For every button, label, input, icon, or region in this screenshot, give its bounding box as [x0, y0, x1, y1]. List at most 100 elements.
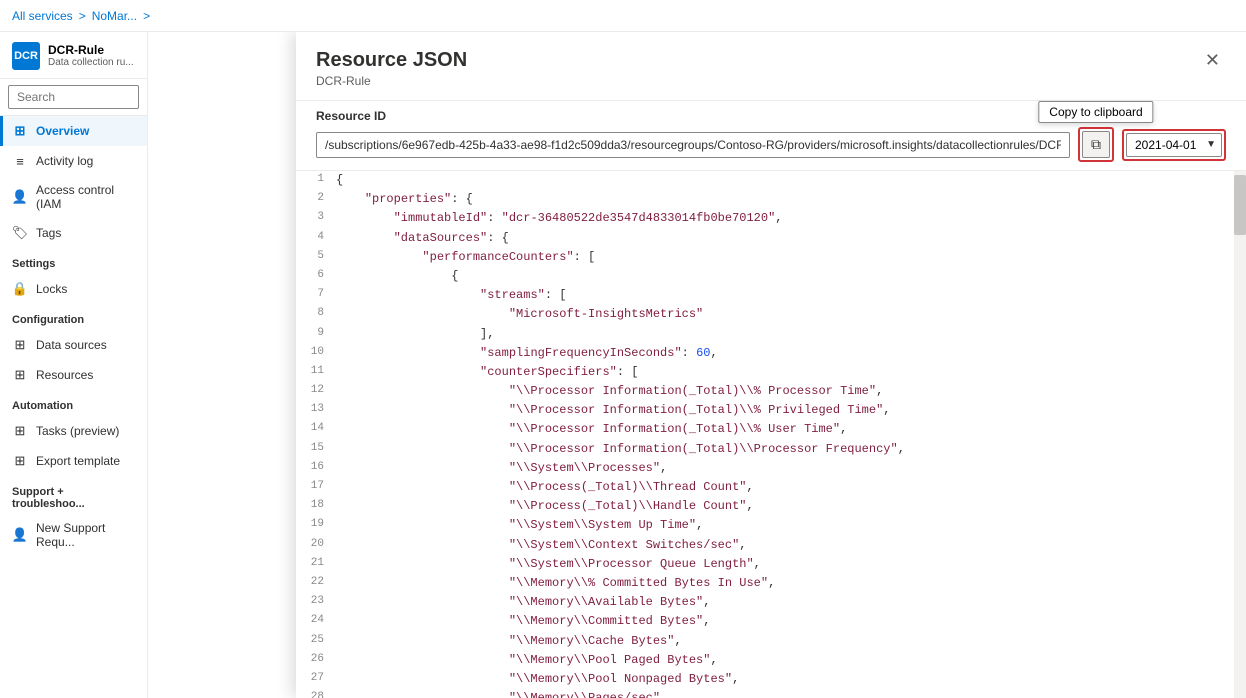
json-line-content: "\\Processor Information(_Total)\\% Priv… [336, 401, 1230, 420]
resource-id-area: Resource ID Copy to clipboard ⧉ [296, 101, 1246, 171]
sidebar-item-label: Tags [36, 226, 61, 240]
json-line-content: "\\Processor Information(_Total)\\Proces… [336, 440, 1230, 459]
json-line-number: 2 [296, 190, 336, 208]
json-line-number: 1 [296, 171, 336, 189]
json-line-number: 14 [296, 420, 336, 438]
panel-close-button[interactable]: ✕ [1199, 48, 1226, 73]
json-line-content: "immutableId": "dcr-36480522de3547d48330… [336, 209, 1230, 228]
json-line: 14 "\\Processor Information(_Total)\\% U… [296, 420, 1230, 439]
copy-to-clipboard-button[interactable]: ⧉ [1082, 131, 1110, 158]
sidebar-nav: ⊞ Overview ≡ Activity log 👤 Access contr… [0, 116, 147, 556]
breadcrumb-sep1: > [79, 9, 86, 23]
json-line-content: "\\Process(_Total)\\Handle Count", [336, 497, 1230, 516]
json-line-content: { [336, 171, 1230, 190]
sidebar-item-overview[interactable]: ⊞ Overview [0, 116, 147, 146]
json-line: 18 "\\Process(_Total)\\Handle Count", [296, 497, 1230, 516]
export-icon: ⊞ [12, 453, 28, 469]
sidebar-item-data-sources[interactable]: ⊞ Data sources [0, 330, 147, 360]
sidebar-item-label: Tasks (preview) [36, 424, 119, 438]
json-line-content: "\\System\\System Up Time", [336, 516, 1230, 535]
sidebar-item-activity-log[interactable]: ≡ Activity log [0, 146, 147, 176]
json-line-number: 12 [296, 382, 336, 400]
access-control-icon: 👤 [12, 189, 28, 205]
json-line-number: 25 [296, 632, 336, 650]
support-icon: 👤 [12, 527, 28, 543]
json-line: 25 "\\Memory\\Cache Bytes", [296, 632, 1230, 651]
json-line: 19 "\\System\\System Up Time", [296, 516, 1230, 535]
search-input[interactable] [8, 85, 139, 109]
json-line: 9 ], [296, 325, 1230, 344]
json-line-number: 18 [296, 497, 336, 515]
sidebar-item-access-control[interactable]: 👤 Access control (IAM [0, 176, 147, 218]
json-line-content: "\\Processor Information(_Total)\\% User… [336, 420, 1230, 439]
sidebar-item-label: Locks [36, 282, 67, 296]
sidebar-item-tasks[interactable]: ⊞ Tasks (preview) [0, 416, 147, 446]
sidebar-resource-info: DCR-Rule Data collection ru... [48, 43, 134, 69]
sidebar-item-export-template[interactable]: ⊞ Export template [0, 446, 147, 476]
sidebar-item-label: Overview [36, 124, 89, 138]
json-line: 8 "Microsoft-InsightsMetrics" [296, 305, 1230, 324]
json-line: 27 "\\Memory\\Pool Nonpaged Bytes", [296, 670, 1230, 689]
panel-title-block: Resource JSON DCR-Rule [316, 48, 467, 88]
json-line-number: 28 [296, 689, 336, 698]
automation-section-label: Automation [0, 390, 147, 416]
copy-tooltip: Copy to clipboard [1038, 101, 1153, 123]
breadcrumb-nomar[interactable]: NoMar... [92, 9, 137, 23]
scrollbar-thumb[interactable] [1234, 175, 1246, 235]
json-line: 20 "\\System\\Context Switches/sec", [296, 536, 1230, 555]
sidebar-item-label: Resources [36, 368, 93, 382]
main-content: Resource JSON DCR-Rule ✕ Resource ID Cop… [148, 32, 1246, 698]
modal-overlay: Resource JSON DCR-Rule ✕ Resource ID Cop… [296, 32, 1246, 698]
json-line-number: 27 [296, 670, 336, 688]
json-line-number: 10 [296, 344, 336, 362]
json-line: 6 { [296, 267, 1230, 286]
json-line: 28 "\\Memory\\Pages/sec", [296, 689, 1230, 698]
scrollbar-track [1234, 171, 1246, 698]
json-line-number: 15 [296, 440, 336, 458]
json-line-content: "\\Processor Information(_Total)\\% Proc… [336, 382, 1230, 401]
json-line: 4 "dataSources": { [296, 229, 1230, 248]
sidebar-resource-subtitle: Data collection ru... [48, 57, 134, 69]
json-line-content: "\\System\\Processes", [336, 459, 1230, 478]
json-line-number: 3 [296, 209, 336, 227]
json-line: 26 "\\Memory\\Pool Paged Bytes", [296, 651, 1230, 670]
json-line: 13 "\\Processor Information(_Total)\\% P… [296, 401, 1230, 420]
json-line-content: "dataSources": { [336, 229, 1230, 248]
json-line-number: 4 [296, 229, 336, 247]
json-code-area[interactable]: 1{2 "properties": {3 "immutableId": "dcr… [296, 171, 1246, 698]
json-line-content: ], [336, 325, 1230, 344]
version-select[interactable]: 2021-04-01 2021-03-01 2020-12-01 [1126, 133, 1222, 157]
dcr-icon: DCR [12, 42, 40, 70]
json-line-number: 6 [296, 267, 336, 285]
sidebar-item-label: New Support Requ... [36, 521, 135, 549]
json-line: 16 "\\System\\Processes", [296, 459, 1230, 478]
json-line-content: "\\Memory\\Committed Bytes", [336, 612, 1230, 631]
breadcrumb-sep2: > [143, 9, 150, 23]
sidebar-item-label: Export template [36, 454, 120, 468]
json-line-number: 23 [296, 593, 336, 611]
json-line-content: "\\Memory\\% Committed Bytes In Use", [336, 574, 1230, 593]
breadcrumb-all-services[interactable]: All services [12, 9, 73, 23]
json-line-number: 11 [296, 363, 336, 381]
resource-id-row: Copy to clipboard ⧉ 2021-04-01 2021-03-0… [316, 127, 1226, 162]
json-line-content: "\\Memory\\Available Bytes", [336, 593, 1230, 612]
json-line-number: 24 [296, 612, 336, 630]
sidebar-item-tags[interactable]: 🏷 Tags [0, 218, 147, 248]
breadcrumb: All services > NoMar... > [0, 0, 1246, 32]
sidebar-item-resources[interactable]: ⊞ Resources [0, 360, 147, 390]
json-panel: Resource JSON DCR-Rule ✕ Resource ID Cop… [296, 32, 1246, 698]
resources-icon: ⊞ [12, 367, 28, 383]
sidebar-item-new-support[interactable]: 👤 New Support Requ... [0, 514, 147, 556]
json-line-content: "streams": [ [336, 286, 1230, 305]
json-line-number: 8 [296, 305, 336, 323]
resource-id-input[interactable] [316, 132, 1070, 158]
data-sources-icon: ⊞ [12, 337, 28, 353]
support-section-label: Support + troubleshoo... [0, 476, 147, 514]
json-line-content: "Microsoft-InsightsMetrics" [336, 305, 1230, 324]
json-line: 1{ [296, 171, 1230, 190]
sidebar-item-locks[interactable]: 🔒 Locks [0, 274, 147, 304]
json-line-content: { [336, 267, 1230, 286]
locks-icon: 🔒 [12, 281, 28, 297]
json-line: 23 "\\Memory\\Available Bytes", [296, 593, 1230, 612]
json-line: 15 "\\Processor Information(_Total)\\Pro… [296, 440, 1230, 459]
